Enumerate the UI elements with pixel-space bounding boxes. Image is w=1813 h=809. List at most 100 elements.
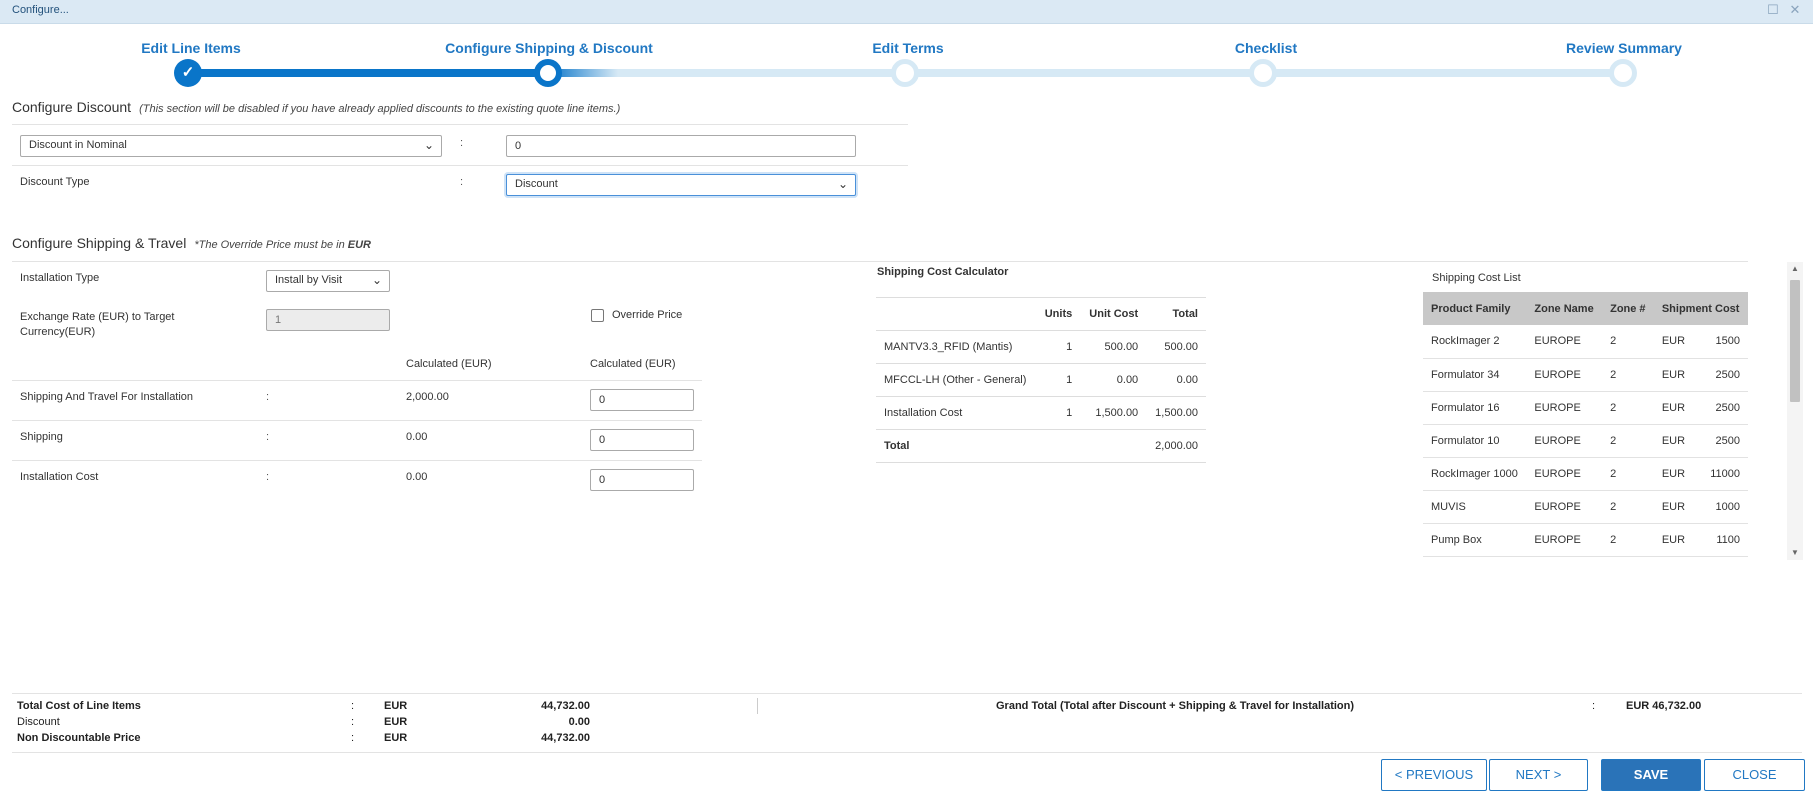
table-row: Formulator 34 EUROPE 2 EUR 2500 <box>1423 358 1748 392</box>
step-review-summary[interactable]: Review Summary <box>1566 40 1682 56</box>
table-header: Zone Name <box>1526 292 1603 325</box>
cost-list-scrollbar[interactable]: ▲ ▼ <box>1787 262 1803 560</box>
scrollbar-thumb[interactable] <box>1790 280 1800 402</box>
save-button[interactable]: SAVE <box>1601 759 1701 791</box>
grand-total-value: EUR 46,732.00 <box>1626 700 1702 712</box>
close-button[interactable]: CLOSE <box>1704 759 1805 791</box>
discount-type-label: Discount Type <box>20 176 90 188</box>
table-cell-blank <box>1036 429 1081 463</box>
table-cell: Formulator 16 <box>1423 391 1527 425</box>
step-node-complete[interactable]: ✓ <box>174 59 202 87</box>
table-row: Formulator 16 EUROPE 2 EUR 2500 <box>1423 391 1748 425</box>
discount-summary-value: 0.00 <box>568 716 590 728</box>
step-node-active[interactable] <box>534 59 562 87</box>
cost-list-title: Shipping Cost List <box>1432 272 1521 284</box>
discount-type-value: Discount <box>515 178 558 190</box>
shipping-note-text: *The Override Price must be in <box>194 239 348 251</box>
shipping-section-title: Configure Shipping & Travel *The Override… <box>12 235 371 251</box>
shipping-travel-override-value: 0 <box>599 394 606 406</box>
check-icon: ✓ <box>181 64 195 81</box>
table-cell: MANTV3.3_RFID (Mantis) <box>876 330 1036 364</box>
discount-summary-currency: EUR <box>384 716 408 728</box>
table-header: Shipment Cost <box>1653 292 1748 325</box>
table-cell: 0.00 <box>1146 363 1206 397</box>
shipping-travel-label: Shipping And Travel For Installation <box>20 391 194 403</box>
table-row: MUVIS EUROPE 2 EUR 1000 <box>1423 490 1748 524</box>
step-edit-line-items[interactable]: Edit Line Items <box>141 40 241 56</box>
shipping-label: Shipping <box>20 431 63 443</box>
step-configure-shipping[interactable]: Configure Shipping & Discount <box>445 40 653 56</box>
table-cell: EUROPE <box>1526 523 1603 557</box>
table-cell-blank <box>1080 429 1147 463</box>
table-cell: EUR <box>1653 358 1698 392</box>
table-cell: EUR <box>1653 424 1698 458</box>
table-cell: 1 <box>1036 363 1081 397</box>
divider <box>12 165 908 166</box>
table-row: MANTV3.3_RFID (Mantis) 1 500.00 500.00 <box>876 330 1206 364</box>
installation-type-select[interactable]: Install by Visit ⌄ <box>266 270 390 292</box>
table-cell: EUROPE <box>1526 325 1603 359</box>
discount-amount-input[interactable]: 0 <box>506 135 856 157</box>
table-cell: EUR <box>1653 391 1698 425</box>
colon: : <box>351 700 355 712</box>
non-discountable-value: 44,732.00 <box>541 732 590 744</box>
table-row: Formulator 10 EUROPE 2 EUR 2500 <box>1423 424 1748 458</box>
table-cell: 1 <box>1036 396 1081 430</box>
table-cell: 2500 <box>1697 424 1748 458</box>
discount-type-select[interactable]: Discount ⌄ <box>506 174 856 196</box>
shipping-calculated: 0.00 <box>406 431 428 443</box>
step-node-pending[interactable] <box>1249 59 1277 87</box>
shipping-travel-override-input[interactable]: 0 <box>590 389 694 411</box>
step-node-pending[interactable] <box>891 59 919 87</box>
grand-total-label: Grand Total (Total after Discount + Ship… <box>996 700 1355 712</box>
next-button[interactable]: NEXT > <box>1489 759 1588 791</box>
total-cost-currency: EUR <box>384 700 408 712</box>
table-cell: 2 <box>1602 523 1654 557</box>
divider <box>12 420 702 421</box>
table-row: RockImager 2 EUROPE 2 EUR 1500 <box>1423 325 1748 359</box>
table-header: Total <box>1146 297 1206 331</box>
table-cell: EUR <box>1653 523 1698 557</box>
divider <box>12 380 702 381</box>
step-checklist[interactable]: Checklist <box>1235 40 1297 56</box>
table-cell: EUROPE <box>1526 358 1603 392</box>
chevron-down-icon: ⌄ <box>837 177 848 191</box>
non-discountable-label: Non Discountable Price <box>17 732 141 744</box>
shipping-override-value: 0 <box>599 434 606 446</box>
divider <box>12 124 908 125</box>
window-titlebar: Configure... ☐ ✕ <box>0 0 1813 24</box>
shipping-override-input[interactable]: 0 <box>590 429 694 451</box>
override-price-checkbox[interactable] <box>591 309 604 322</box>
scroll-up-icon[interactable]: ▲ <box>1787 264 1803 273</box>
step-node-pending[interactable] <box>1609 59 1637 87</box>
table-cell: 0.00 <box>1080 363 1147 397</box>
chevron-down-icon: ⌄ <box>371 273 382 287</box>
calculator-title: Shipping Cost Calculator <box>877 266 1009 278</box>
close-icon[interactable]: ✕ <box>1788 3 1802 17</box>
scroll-down-icon[interactable]: ▼ <box>1787 548 1803 557</box>
total-cost-value: 44,732.00 <box>541 700 590 712</box>
window-title: Configure... <box>12 4 69 16</box>
table-cell: RockImager 2 <box>1423 325 1527 359</box>
installation-cost-override-input[interactable]: 0 <box>590 469 694 491</box>
table-cell: Formulator 34 <box>1423 358 1527 392</box>
maximize-icon[interactable]: ☐ <box>1766 3 1780 17</box>
colon: : <box>460 176 464 188</box>
table-header: Units <box>1036 297 1081 331</box>
shipping-cost-list-table: Product Family Zone Name Zone # Shipment… <box>1423 292 1748 557</box>
discount-mode-select[interactable]: Discount in Nominal ⌄ <box>20 135 442 157</box>
table-cell: 500.00 <box>1080 330 1147 364</box>
colon: : <box>460 137 464 149</box>
previous-button[interactable]: < PREVIOUS <box>1381 759 1487 791</box>
table-cell: RockImager 1000 <box>1423 457 1527 491</box>
table-cell: 2500 <box>1697 358 1748 392</box>
table-cell: 2 <box>1602 358 1654 392</box>
table-cell: EUR <box>1653 457 1698 491</box>
table-cell: EUROPE <box>1526 490 1603 524</box>
table-header-row: Product Family Zone Name Zone # Shipment… <box>1423 292 1748 325</box>
shipping-title: Configure Shipping & Travel <box>12 235 187 251</box>
shipping-cost-list[interactable]: Shipping Cost List Product Family Zone N… <box>1423 262 1748 558</box>
colon: : <box>266 471 270 483</box>
table-cell: 2 <box>1602 391 1654 425</box>
step-edit-terms[interactable]: Edit Terms <box>872 40 943 56</box>
